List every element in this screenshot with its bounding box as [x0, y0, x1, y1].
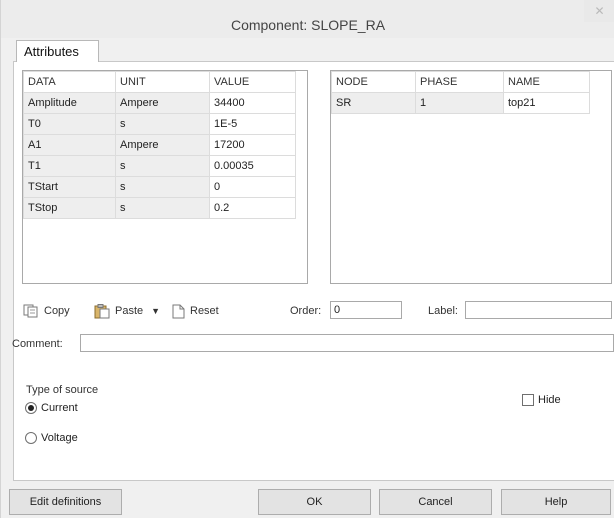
phase-cell: 1	[415, 92, 504, 114]
table-row: T0 s 1E-5	[23, 113, 296, 135]
column-header-name[interactable]: NAME	[503, 71, 590, 93]
close-button[interactable]: ✕	[584, 0, 614, 22]
value-cell[interactable]: 0.2	[209, 197, 296, 219]
value-cell[interactable]: 34400	[209, 92, 296, 114]
nodes-table: NODE PHASE NAME SR 1 top21	[331, 71, 590, 114]
copy-icon	[23, 304, 39, 318]
label-field-label: Label:	[428, 305, 458, 317]
paste-button[interactable]: Paste ▼	[94, 302, 160, 320]
unit-cell: s	[115, 155, 210, 177]
unit-cell: Ampere	[115, 92, 210, 114]
hide-checkbox-box[interactable]	[522, 394, 534, 406]
nodes-header-row: NODE PHASE NAME	[331, 71, 590, 93]
table-row: SR 1 top21	[331, 92, 590, 114]
order-label: Order:	[290, 305, 322, 317]
attributes-table: DATA UNIT VALUE Amplitude Ampere 34400 T…	[23, 71, 296, 219]
copy-label: Copy	[44, 305, 70, 317]
radio-voltage-label: Voltage	[41, 432, 78, 444]
unit-cell: s	[115, 197, 210, 219]
data-cell: T0	[23, 113, 116, 135]
column-header-node[interactable]: NODE	[331, 71, 416, 93]
radio-current-label: Current	[41, 402, 78, 414]
value-cell[interactable]: 1E-5	[209, 113, 296, 135]
node-cell: SR	[331, 92, 416, 114]
comment-label: Comment:	[12, 338, 63, 350]
attributes-header-row: DATA UNIT VALUE	[23, 71, 296, 93]
column-header-data[interactable]: DATA	[23, 71, 116, 93]
cancel-button[interactable]: Cancel	[379, 489, 492, 515]
copy-button[interactable]: Copy	[23, 302, 70, 320]
paste-label: Paste	[115, 305, 144, 317]
name-cell[interactable]: top21	[503, 92, 590, 114]
data-cell: A1	[23, 134, 116, 156]
data-cell: T1	[23, 155, 116, 177]
hide-label: Hide	[538, 394, 561, 406]
table-row: Amplitude Ampere 34400	[23, 92, 296, 114]
value-cell[interactable]: 17200	[209, 134, 296, 156]
paste-icon	[94, 303, 110, 319]
table-row: TStop s 0.2	[23, 197, 296, 219]
edit-definitions-button[interactable]: Edit definitions	[9, 489, 122, 515]
reset-icon	[172, 304, 185, 319]
nodes-grid: NODE PHASE NAME SR 1 top21	[330, 70, 612, 284]
attributes-grid: DATA UNIT VALUE Amplitude Ampere 34400 T…	[22, 70, 308, 284]
order-input[interactable]: 0	[330, 301, 402, 319]
hide-checkbox[interactable]: Hide	[522, 394, 561, 406]
comment-input[interactable]	[80, 334, 614, 352]
data-cell: TStop	[23, 197, 116, 219]
data-cell: TStart	[23, 176, 116, 198]
table-row: TStart s 0	[23, 176, 296, 198]
table-row: T1 s 0.00035	[23, 155, 296, 177]
label-input[interactable]	[465, 301, 612, 319]
reset-button[interactable]: Reset	[172, 302, 219, 320]
column-header-phase[interactable]: PHASE	[415, 71, 504, 93]
help-button[interactable]: Help	[501, 489, 611, 515]
data-cell: Amplitude	[23, 92, 116, 114]
type-of-source-label: Type of source	[26, 384, 99, 396]
component-dialog: Component: SLOPE_RA ✕ Attributes DATA UN…	[0, 0, 614, 518]
table-row: A1 Ampere 17200	[23, 134, 296, 156]
close-icon: ✕	[594, 4, 605, 18]
unit-cell: s	[115, 113, 210, 135]
radio-current-indicator[interactable]	[25, 402, 37, 414]
unit-cell: Ampere	[115, 134, 210, 156]
value-cell[interactable]: 0.00035	[209, 155, 296, 177]
value-cell[interactable]: 0	[209, 176, 296, 198]
tab-attributes[interactable]: Attributes	[16, 40, 99, 62]
radio-voltage[interactable]: Voltage	[25, 432, 78, 444]
window-title: Component: SLOPE_RA	[230, 17, 386, 33]
attributes-panel: DATA UNIT VALUE Amplitude Ampere 34400 T…	[12, 61, 614, 481]
column-header-unit[interactable]: UNIT	[115, 71, 210, 93]
reset-label: Reset	[190, 305, 219, 317]
radio-voltage-indicator[interactable]	[25, 432, 37, 444]
radio-current[interactable]: Current	[25, 402, 78, 414]
dropdown-arrow-icon[interactable]: ▼	[151, 306, 160, 316]
unit-cell: s	[115, 176, 210, 198]
ok-button[interactable]: OK	[258, 489, 371, 515]
column-header-value[interactable]: VALUE	[209, 71, 296, 93]
